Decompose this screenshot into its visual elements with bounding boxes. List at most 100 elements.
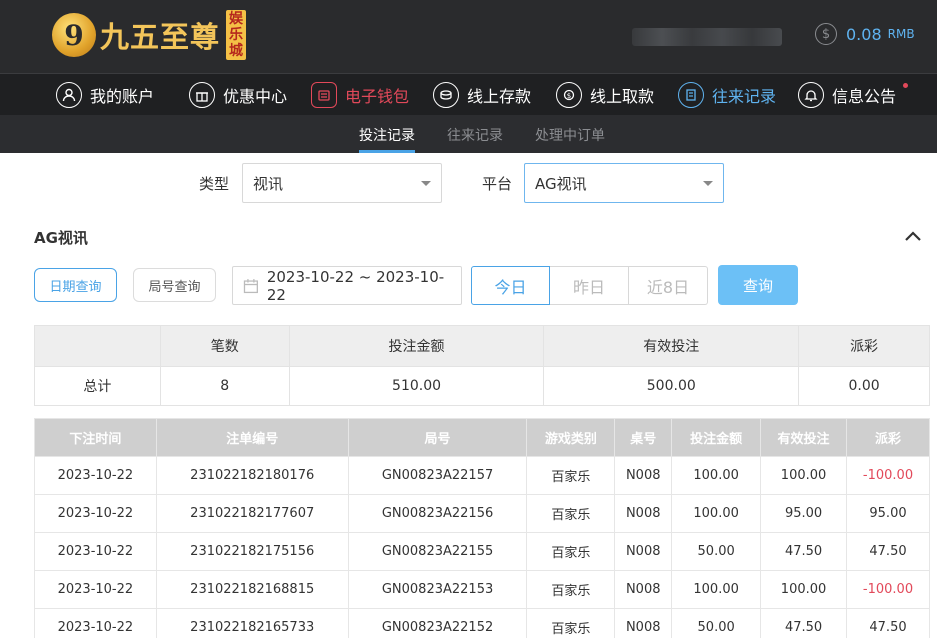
table-cell: 231022182180176 xyxy=(155,456,349,495)
calendar-icon xyxy=(243,278,258,293)
table-cell: 231022182168815 xyxy=(155,570,349,609)
payout-cell: -100.00 xyxy=(846,456,930,495)
nav-e-wallet[interactable]: 电子钱包 xyxy=(311,80,409,110)
table-header-row: 下注时间 注单编号 局号 游戏类别 桌号 投注金额 有效投注 派彩 xyxy=(34,418,930,457)
table-cell: 2023-10-22 xyxy=(34,494,157,533)
top-bar: 9 九五至尊 娱 乐 城 $ 0.08 RMB xyxy=(0,0,937,73)
table-cell: 百家乐 xyxy=(526,570,616,609)
payout-cell: 95.00 xyxy=(846,494,930,533)
nav-label: 线上取款 xyxy=(590,87,655,106)
summary-total-row: 总计 8 510.00 500.00 0.00 xyxy=(34,366,930,406)
tab-bet-records[interactable]: 投注记录 xyxy=(359,125,415,145)
today-button[interactable]: 今日 xyxy=(471,266,550,305)
table-cell: 2023-10-22 xyxy=(34,456,157,495)
nav-online-deposit[interactable]: 线上存款 xyxy=(433,80,531,110)
notification-dot xyxy=(903,83,908,88)
table-row: 2023-10-22 231022182180176 GN00823A22157… xyxy=(34,456,930,495)
balance-unit: RMB xyxy=(887,27,915,41)
platform-select-value: AG视讯 xyxy=(535,174,587,193)
table-row: 2023-10-22 231022182165733 GN00823A22152… xyxy=(34,608,930,638)
logo-text: 九五至尊 xyxy=(100,20,221,54)
main-nav: 我的账户 优惠中心 电子钱包 线上存款 $ 线上取款 往来记录 信息公告 xyxy=(0,73,937,115)
summary-header-cell: 笔数 xyxy=(159,325,290,367)
table-cell: GN00823A22156 xyxy=(347,494,528,533)
table-cell: N008 xyxy=(614,456,673,495)
table-cell: N008 xyxy=(614,494,673,533)
tab-transactions[interactable]: 往来记录 xyxy=(447,125,503,145)
bell-icon xyxy=(798,82,824,108)
balance: $ 0.08 RMB xyxy=(815,23,915,45)
deposit-icon xyxy=(433,82,459,108)
table-cell: GN00823A22153 xyxy=(347,570,528,609)
column-header: 下注时间 xyxy=(34,418,157,457)
dollar-coin-icon: $ xyxy=(815,23,837,45)
table-cell: GN00823A22157 xyxy=(347,456,528,495)
type-label: 类型 xyxy=(199,175,230,193)
summary-cell: 8 xyxy=(159,366,290,406)
table-cell: 50.00 xyxy=(671,608,762,638)
logo-badge-char: 乐 xyxy=(229,27,244,43)
table-cell: 百家乐 xyxy=(526,608,616,638)
summary-header-cell: 派彩 xyxy=(798,325,930,367)
nav-records[interactable]: 往来记录 xyxy=(678,80,776,110)
table-row: 2023-10-22 231022182175156 GN00823A22155… xyxy=(34,532,930,571)
wallet-icon xyxy=(311,82,337,108)
nav-label: 往来记录 xyxy=(712,87,777,106)
payout-cell: 47.50 xyxy=(846,608,930,638)
tab-pending-orders[interactable]: 处理中订单 xyxy=(535,125,605,145)
chevron-up-icon[interactable] xyxy=(903,226,923,246)
query-button[interactable]: 查询 xyxy=(718,265,798,305)
type-select-value: 视讯 xyxy=(253,174,284,193)
logo-badge: 娱 乐 城 xyxy=(226,10,247,60)
nav-label: 我的账户 xyxy=(90,87,155,106)
table-cell: 231022182177607 xyxy=(155,494,349,533)
payout-cell: -100.00 xyxy=(846,570,930,609)
table-cell: 231022182175156 xyxy=(155,532,349,571)
sub-nav: 投注记录 往来记录 处理中订单 xyxy=(0,115,937,153)
summary-header-cell xyxy=(34,325,161,367)
nav-announcements[interactable]: 信息公告 xyxy=(798,80,896,110)
table-cell: N008 xyxy=(614,608,673,638)
type-select[interactable]: 视讯 xyxy=(242,163,442,203)
gift-icon xyxy=(189,82,215,108)
table-cell: 2023-10-22 xyxy=(34,608,157,638)
table-cell: 50.00 xyxy=(671,532,762,571)
table-cell: 100.00 xyxy=(671,570,762,609)
table-cell: GN00823A22155 xyxy=(347,532,528,571)
table-cell: N008 xyxy=(614,532,673,571)
date-range-input[interactable]: 2023-10-22 ~ 2023-10-22 xyxy=(232,266,462,305)
nav-promotions[interactable]: 优惠中心 xyxy=(189,80,287,110)
summary-cell: 总计 xyxy=(34,366,161,406)
logo-badge-char: 城 xyxy=(229,43,244,59)
table-cell: 百家乐 xyxy=(526,494,616,533)
table-row: 2023-10-22 231022182177607 GN00823A22156… xyxy=(34,494,930,533)
date-query-button[interactable]: 日期查询 xyxy=(34,268,117,302)
column-header: 局号 xyxy=(347,418,528,457)
table-cell: N008 xyxy=(614,570,673,609)
table-cell: 2023-10-22 xyxy=(34,570,157,609)
last-8-days-button[interactable]: 近8日 xyxy=(629,266,708,305)
nav-online-withdraw[interactable]: $ 线上取款 xyxy=(556,80,654,110)
platform-select[interactable]: AG视讯 xyxy=(524,163,724,203)
column-header: 游戏类别 xyxy=(526,418,616,457)
nav-label: 优惠中心 xyxy=(223,87,288,106)
active-tab-indicator xyxy=(359,150,415,153)
summary-header-cell: 投注金额 xyxy=(288,325,545,367)
table-cell: 95.00 xyxy=(760,494,847,533)
column-header: 派彩 xyxy=(846,418,930,457)
table-cell: 2023-10-22 xyxy=(34,532,157,571)
table-cell: 100.00 xyxy=(760,570,847,609)
site-logo[interactable]: 9 九五至尊 娱 乐 城 xyxy=(52,9,247,61)
logo-badge-char: 娱 xyxy=(229,11,244,27)
summary-table: 笔数 投注金额 有效投注 派彩 总计 8 510.00 500.00 0.00 xyxy=(34,325,930,406)
table-cell: 47.50 xyxy=(760,608,847,638)
table-cell: 百家乐 xyxy=(526,532,616,571)
summary-header-row: 笔数 投注金额 有效投注 派彩 xyxy=(34,325,930,367)
user-icon xyxy=(56,82,82,108)
payout-cell: 47.50 xyxy=(846,532,930,571)
column-header: 桌号 xyxy=(614,418,673,457)
nav-my-account[interactable]: 我的账户 xyxy=(56,80,154,110)
section-title: AG视讯 xyxy=(34,229,88,247)
round-query-button[interactable]: 局号查询 xyxy=(133,268,216,302)
yesterday-button[interactable]: 昨日 xyxy=(550,266,629,305)
